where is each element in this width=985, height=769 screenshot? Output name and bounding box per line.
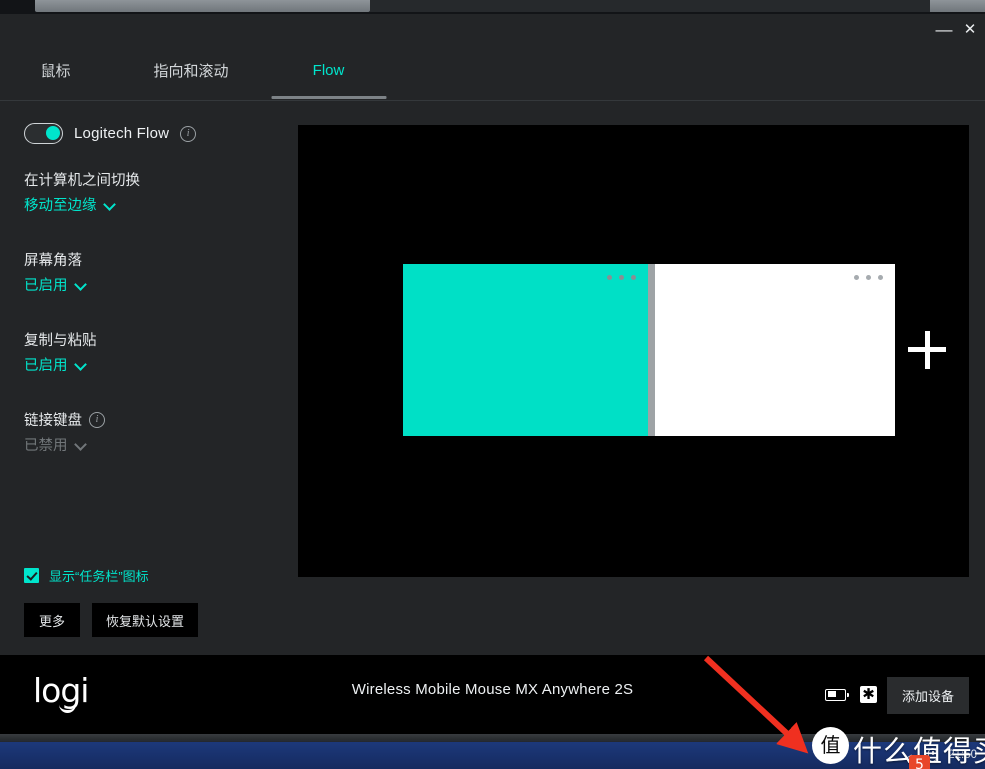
taskbar-clock[interactable]: 21:50 bbox=[948, 749, 977, 761]
flow-screen-divider-handle[interactable] bbox=[648, 264, 655, 436]
desktop-window-ghost-1 bbox=[35, 0, 370, 12]
minimize-button[interactable]: — bbox=[931, 20, 957, 40]
tab-flow-label: Flow bbox=[312, 62, 345, 79]
setting-title-text: 复制与粘贴 bbox=[24, 333, 97, 349]
setting-title: 复制与粘贴 bbox=[24, 329, 274, 350]
setting-title: 屏幕角落 bbox=[24, 249, 274, 270]
show-taskbar-icon-checkbox[interactable] bbox=[24, 568, 39, 583]
footer-status-icons bbox=[825, 686, 877, 703]
dot bbox=[607, 275, 612, 280]
setting-value-dropdown[interactable]: 已启用 bbox=[24, 354, 274, 375]
close-button[interactable]: ✕ bbox=[957, 20, 983, 40]
logi-logo-smile bbox=[59, 704, 76, 713]
info-icon[interactable]: i bbox=[180, 125, 197, 142]
setting-value-text: 已禁用 bbox=[24, 438, 68, 454]
dot bbox=[631, 275, 636, 280]
chevron-down-icon bbox=[104, 199, 115, 210]
setting-title-text: 在计算机之间切换 bbox=[24, 173, 140, 189]
chevron-down-icon bbox=[75, 439, 86, 450]
desktop-window-ghost-2 bbox=[370, 0, 930, 12]
desktop-window-ghost-3 bbox=[930, 0, 985, 12]
windows-taskbar: ︿ 21:50 bbox=[0, 734, 985, 769]
logitech-options-window: — ✕ 鼠标 指向和滚动 Flow Logitech Flow i 在计算机之间… bbox=[0, 14, 985, 655]
sidebar-button-row: 更多 恢复默认设置 bbox=[24, 603, 199, 637]
tab-mouse-label: 鼠标 bbox=[40, 63, 71, 80]
dot bbox=[866, 275, 871, 280]
active-tab-indicator bbox=[271, 96, 386, 99]
tray-show-hidden-icons-chevron-icon[interactable]: ︿ bbox=[905, 740, 917, 769]
desktop-background-strip bbox=[0, 0, 985, 14]
add-screen-plus-icon[interactable] bbox=[908, 330, 948, 370]
info-icon[interactable]: i bbox=[89, 411, 105, 428]
screen-menu-dots-icon[interactable] bbox=[607, 275, 636, 280]
unifying-receiver-icon[interactable] bbox=[860, 686, 877, 703]
tab-point-and-scroll-label: 指向和滚动 bbox=[153, 63, 229, 80]
add-device-button[interactable]: 添加设备 bbox=[886, 677, 969, 714]
setting-value-text: 已启用 bbox=[24, 278, 68, 294]
flow-screen-secondary[interactable] bbox=[655, 264, 895, 436]
restore-defaults-button[interactable]: 恢复默认设置 bbox=[92, 603, 199, 637]
tab-mouse[interactable]: 鼠标 bbox=[0, 40, 111, 101]
logitech-flow-toggle-row: Logitech Flow i bbox=[24, 123, 197, 144]
setting-title-text: 屏幕角落 bbox=[24, 253, 82, 269]
tab-point-and-scroll[interactable]: 指向和滚动 bbox=[111, 40, 271, 101]
setting-value-dropdown[interactable]: 移动至边缘 bbox=[24, 194, 274, 215]
tray-logitech-mouse-icon[interactable] bbox=[928, 747, 938, 762]
setting-value-dropdown[interactable]: 已启用 bbox=[24, 274, 274, 295]
flow-screen-active[interactable] bbox=[403, 264, 648, 436]
logitech-flow-label: Logitech Flow bbox=[74, 125, 170, 142]
flow-settings-sidebar: Logitech Flow i 在计算机之间切换 移动至边缘 屏幕角落 已启用 bbox=[0, 101, 298, 655]
chevron-down-icon bbox=[75, 279, 86, 290]
setting-title: 在计算机之间切换 bbox=[24, 169, 274, 190]
chevron-down-icon bbox=[75, 359, 86, 370]
dot bbox=[619, 275, 624, 280]
dot bbox=[854, 275, 859, 280]
dot bbox=[878, 275, 883, 280]
toggle-knob bbox=[46, 126, 60, 140]
window-titlebar: — ✕ bbox=[0, 14, 985, 40]
device-footer-bar: logi Wireless Mobile Mouse MX Anywhere 2… bbox=[0, 655, 985, 740]
taskbar-top-edge bbox=[0, 734, 985, 742]
setting-copy-and-paste: 复制与粘贴 已启用 bbox=[24, 329, 274, 375]
setting-link-keyboard: 链接键盘 i 已禁用 bbox=[24, 409, 274, 455]
setting-value-text: 已启用 bbox=[24, 358, 68, 374]
logitech-flow-toggle[interactable] bbox=[24, 123, 63, 144]
screen-menu-dots-icon[interactable] bbox=[854, 275, 883, 280]
app-root: — ✕ 鼠标 指向和滚动 Flow Logitech Flow i 在计算机之间… bbox=[0, 0, 985, 769]
show-taskbar-icon-label: 显示“任务栏”图标 bbox=[49, 569, 149, 584]
system-tray: ︿ 21:50 bbox=[905, 740, 977, 769]
more-button[interactable]: 更多 bbox=[24, 603, 80, 637]
setting-title-text: 链接键盘 bbox=[24, 413, 82, 429]
setting-switch-between-computers: 在计算机之间切换 移动至边缘 bbox=[24, 169, 274, 215]
battery-icon[interactable] bbox=[825, 688, 849, 701]
setting-title: 链接键盘 i bbox=[24, 409, 274, 430]
show-taskbar-icon-checkbox-row[interactable]: 显示“任务栏”图标 bbox=[24, 566, 149, 585]
setting-value-text: 移动至边缘 bbox=[24, 198, 97, 214]
setting-screen-corners: 屏幕角落 已启用 bbox=[24, 249, 274, 295]
tab-bar: 鼠标 指向和滚动 Flow bbox=[0, 40, 985, 101]
flow-layout-canvas[interactable] bbox=[298, 125, 969, 577]
tab-flow[interactable]: Flow bbox=[271, 40, 386, 101]
setting-value-dropdown: 已禁用 bbox=[24, 434, 274, 455]
